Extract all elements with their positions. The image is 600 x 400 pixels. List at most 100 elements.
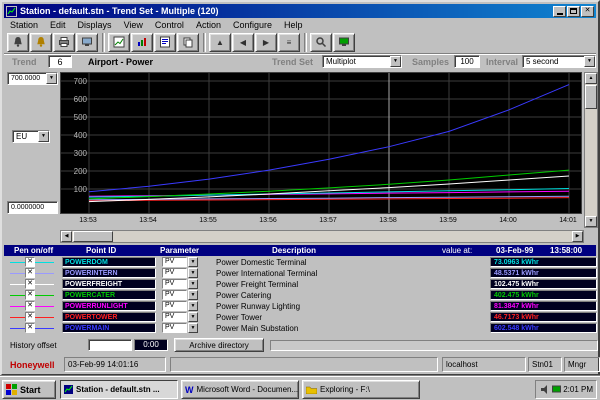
point-id-field[interactable]: POWERFREIGHT	[62, 279, 156, 289]
eu-select[interactable]: EU ▼	[12, 130, 50, 143]
scroll-left-icon[interactable]: ◀	[61, 231, 72, 242]
trend-display-button[interactable]	[108, 33, 130, 52]
vertical-scrollbar[interactable]: ▲ ▼	[584, 72, 598, 228]
task-label: Microsoft Word - Documen...	[197, 385, 299, 394]
station-window: Station - default.stn - Trend Set - Mult…	[0, 0, 600, 376]
menu-edit[interactable]: Edit	[44, 20, 72, 30]
parameter-field[interactable]: PV	[162, 279, 187, 289]
archive-directory-button[interactable]: Archive directory	[174, 338, 264, 352]
schematic-display-button[interactable]	[76, 33, 98, 52]
chevron-down-icon[interactable]: ▼	[188, 301, 198, 311]
scroll-up-icon[interactable]: ▲	[585, 73, 597, 84]
parameter-field[interactable]: PV	[162, 301, 187, 311]
point-pages-button[interactable]	[177, 33, 199, 52]
trend-set-select[interactable]: Multiplot ▼	[322, 55, 402, 68]
group-display-button[interactable]	[131, 33, 153, 52]
chevron-down-icon[interactable]: ▼	[188, 279, 198, 289]
header-value-at: value at:	[442, 246, 472, 255]
point-id-field[interactable]: POWERRUNLIGHT	[62, 301, 156, 311]
chevron-down-icon[interactable]: ▼	[46, 73, 57, 84]
raise-button[interactable]: ▲	[209, 33, 231, 52]
point-description: Power Main Substation	[216, 324, 298, 333]
maximize-button[interactable]	[567, 6, 580, 17]
interval-value: 5 second	[523, 57, 584, 66]
axis-min-field[interactable]: 0.0000000	[7, 201, 58, 214]
alarm-ack-button[interactable]	[30, 33, 52, 52]
chevron-down-icon[interactable]: ▼	[390, 56, 401, 67]
point-id-field[interactable]: POWERDOM	[62, 257, 156, 267]
close-button[interactable]: ✕	[581, 6, 594, 17]
parameter-field[interactable]: PV	[162, 268, 187, 278]
system-tray[interactable]: 2:01 PM	[535, 380, 597, 399]
task-word[interactable]: W Microsoft Word - Documen...	[181, 380, 299, 399]
chevron-down-icon[interactable]: ▼	[38, 131, 49, 142]
x-axis-tick-label: 13:55	[194, 217, 222, 224]
history-offset-input[interactable]	[88, 339, 132, 351]
status-host: localhost	[442, 357, 526, 372]
x-axis-tick-label: 13:58	[374, 217, 402, 224]
point-id-field[interactable]: POWERMAIN	[62, 323, 156, 333]
chevron-down-icon[interactable]: ▼	[584, 56, 595, 67]
chevron-down-icon[interactable]: ▼	[188, 268, 198, 278]
task-explorer[interactable]: Exploring - F:\	[302, 380, 420, 399]
menu-help[interactable]: Help	[278, 20, 309, 30]
detail-display-button[interactable]	[154, 33, 176, 52]
menu-configure[interactable]: Configure	[227, 20, 278, 30]
chevron-down-icon[interactable]: ▼	[188, 257, 198, 267]
trend-plot[interactable]: 100200300400500600700	[60, 72, 582, 214]
menu-action[interactable]: Action	[190, 20, 227, 30]
pen-checkbox[interactable]: ✕	[25, 301, 35, 311]
menu-control[interactable]: Control	[149, 20, 190, 30]
task-station[interactable]: Station - default.stn ...	[60, 380, 178, 399]
vertical-scroll-thumb[interactable]	[585, 85, 597, 109]
pen-checkbox[interactable]: ✕	[25, 312, 35, 322]
parameter-field[interactable]: PV	[162, 312, 187, 322]
pen-checkbox[interactable]: ✕	[25, 268, 35, 278]
pen-checkbox[interactable]: ✕	[25, 290, 35, 300]
title-bar[interactable]: Station - default.stn - Trend Set - Mult…	[4, 4, 596, 18]
print-button[interactable]	[53, 33, 75, 52]
trend-number-field[interactable]: 6	[48, 55, 72, 68]
horizontal-scrollbar[interactable]: ◀ ▶	[60, 230, 584, 243]
pen-checkbox[interactable]: ✕	[25, 257, 35, 267]
status-role: Mngr	[564, 357, 600, 372]
pen-row: ✕ POWERMAIN PV ▼ Power Main Substation 6…	[4, 323, 596, 334]
point-id-field[interactable]: POWERINTERN	[62, 268, 156, 278]
parameter-field[interactable]: PV	[162, 290, 187, 300]
minimize-button[interactable]	[553, 6, 566, 17]
point-id-field[interactable]: POWERTOWER	[62, 312, 156, 322]
chevron-down-icon[interactable]: ▼	[188, 312, 198, 322]
menu-station[interactable]: Station	[4, 20, 44, 30]
y-axis-tick-label: 100	[65, 185, 87, 194]
point-value: 73.0963 kWhr	[490, 257, 597, 267]
pen-checkbox[interactable]: ✕	[25, 323, 35, 333]
bell-ack-icon	[35, 36, 47, 48]
parameter-field[interactable]: PV	[162, 323, 187, 333]
station-monitor-button[interactable]	[333, 33, 355, 52]
next-display-button[interactable]: ▶	[255, 33, 277, 52]
point-id-field[interactable]: POWERCATER	[62, 290, 156, 300]
parameter-field[interactable]: PV	[162, 257, 187, 267]
alarm-page-button[interactable]	[7, 33, 29, 52]
menu-displays[interactable]: Displays	[72, 20, 118, 30]
samples-field[interactable]: 100	[454, 55, 480, 68]
zoom-button[interactable]	[310, 33, 332, 52]
horizontal-scroll-thumb[interactable]	[73, 231, 113, 242]
menu-view[interactable]: View	[118, 20, 149, 30]
chevron-down-icon[interactable]: ▼	[188, 323, 198, 333]
archive-path-field[interactable]	[270, 340, 598, 351]
word-icon: W	[185, 385, 194, 395]
command-line-button[interactable]: ≡	[278, 33, 300, 52]
chevron-down-icon[interactable]: ▼	[188, 290, 198, 300]
scroll-right-icon[interactable]: ▶	[572, 231, 583, 242]
start-button[interactable]: Start	[2, 380, 56, 399]
x-axis-tick-label: 13:54	[134, 217, 162, 224]
scroll-down-icon[interactable]: ▼	[585, 216, 597, 227]
axis-max-select[interactable]: 700.0000 ▼	[7, 72, 58, 85]
point-description: Power International Terminal	[216, 269, 317, 278]
pen-checkbox[interactable]: ✕	[25, 279, 35, 289]
interval-select[interactable]: 5 second ▼	[522, 55, 596, 68]
previous-display-button[interactable]: ◀	[232, 33, 254, 52]
toolbar-separator	[102, 33, 105, 52]
pen-table-header: Pen on/off Point ID Parameter Descriptio…	[4, 245, 596, 256]
